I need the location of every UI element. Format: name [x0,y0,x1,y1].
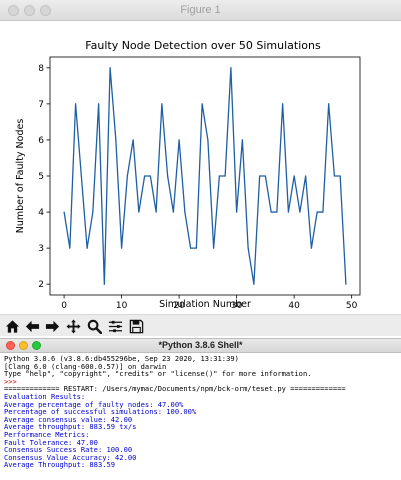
save-icon [129,319,144,333]
data-point [86,247,88,249]
data-point [195,247,197,249]
data-point [69,247,71,249]
shell-titlebar: *Python 3.8.6 Shell* [0,339,401,353]
shell-output[interactable]: Python 3.8.6 (v3.8.6:db455296be, Sep 23 … [4,355,399,479]
data-point [328,103,330,105]
data-point [218,175,220,177]
y-tick-label: 3 [38,244,44,254]
y-tick-label: 4 [38,208,44,218]
forward-arrow-icon [45,320,60,332]
data-point [276,211,278,213]
data-point [345,283,347,285]
figure-window-title: Figure 1 [180,4,221,16]
data-point [178,139,180,141]
y-tick-label: 6 [38,136,44,146]
back-arrow-icon [25,320,40,332]
data-point [287,211,289,213]
plot-area-frame [49,56,361,296]
figure-toolbar [0,314,401,336]
shell-line: Average Throughput: 883.59 [4,460,116,470]
data-point [92,211,94,213]
data-point [264,175,266,177]
home-icon [5,319,20,333]
data-point [333,175,336,177]
x-tick-label: 10 [116,301,128,311]
data-point [322,211,324,213]
shell-line: Type "help", "copyright", "credits" or "… [4,369,312,379]
data-point [115,139,117,141]
zoom-button[interactable] [86,318,103,334]
x-tick-label: 50 [346,301,358,311]
data-point [167,175,169,177]
data-point [144,175,146,177]
pan-icon [66,318,81,334]
data-point [305,175,307,177]
y-tick-label: 8 [38,64,44,74]
data-point [80,175,82,177]
x-axis-label: Simulation Number [159,299,251,310]
data-point [172,211,174,213]
data-point [236,211,238,213]
figure-titlebar: Figure 1 [0,0,401,21]
pan-button[interactable] [65,318,82,334]
data-point [63,211,65,213]
figure-window: Figure 1 Faulty Node Detection over 50 S… [0,0,401,336]
line-chart: Faulty Node Detection over 50 Simulation… [15,39,361,311]
data-point [126,175,128,177]
data-point [132,139,134,141]
home-button[interactable] [4,318,21,334]
series-line [63,67,347,285]
data-point [201,103,203,105]
data-point [213,247,215,249]
data-point [259,175,261,177]
data-point [230,67,232,69]
zoom-icon [87,319,102,334]
data-point [74,103,77,105]
forward-button[interactable] [44,318,61,334]
data-point [207,139,209,141]
data-point [184,211,186,213]
data-point [149,175,151,177]
y-tick-label: 5 [38,172,44,182]
back-button[interactable] [24,318,41,334]
data-point [190,247,192,249]
configure-subplots-button[interactable] [107,318,124,334]
data-point [247,247,249,249]
y-axis-label: Number of Faulty Nodes [15,119,26,234]
data-point [161,103,163,105]
chart-title: Faulty Node Detection over 50 Simulation… [85,39,321,52]
data-point [109,67,111,69]
y-axis: 2 3 4 5 6 7 8 [38,64,50,290]
x-tick-label: 0 [61,301,67,311]
data-point [270,211,272,213]
data-point [241,139,243,141]
shell-window-title: *Python 3.8.6 Shell* [158,340,243,350]
data-point [310,247,313,249]
data-points [63,67,347,285]
python-shell-window: *Python 3.8.6 Shell* Python 3.8.6 (v3.8.… [0,338,401,480]
data-point [138,211,140,213]
data-point [282,103,284,105]
configure-subplots-icon [108,320,123,332]
y-tick-label: 7 [38,100,44,110]
data-point [97,103,100,105]
data-point [293,175,295,177]
data-point [339,175,341,177]
data-point [299,211,301,213]
data-point [155,211,157,213]
y-tick-label: 2 [38,280,44,290]
x-tick-label: 40 [288,301,300,311]
save-button[interactable] [128,318,145,334]
data-point [316,211,318,213]
data-point [121,247,123,249]
data-point [253,283,255,285]
data-point [103,283,105,285]
data-point [224,175,226,177]
